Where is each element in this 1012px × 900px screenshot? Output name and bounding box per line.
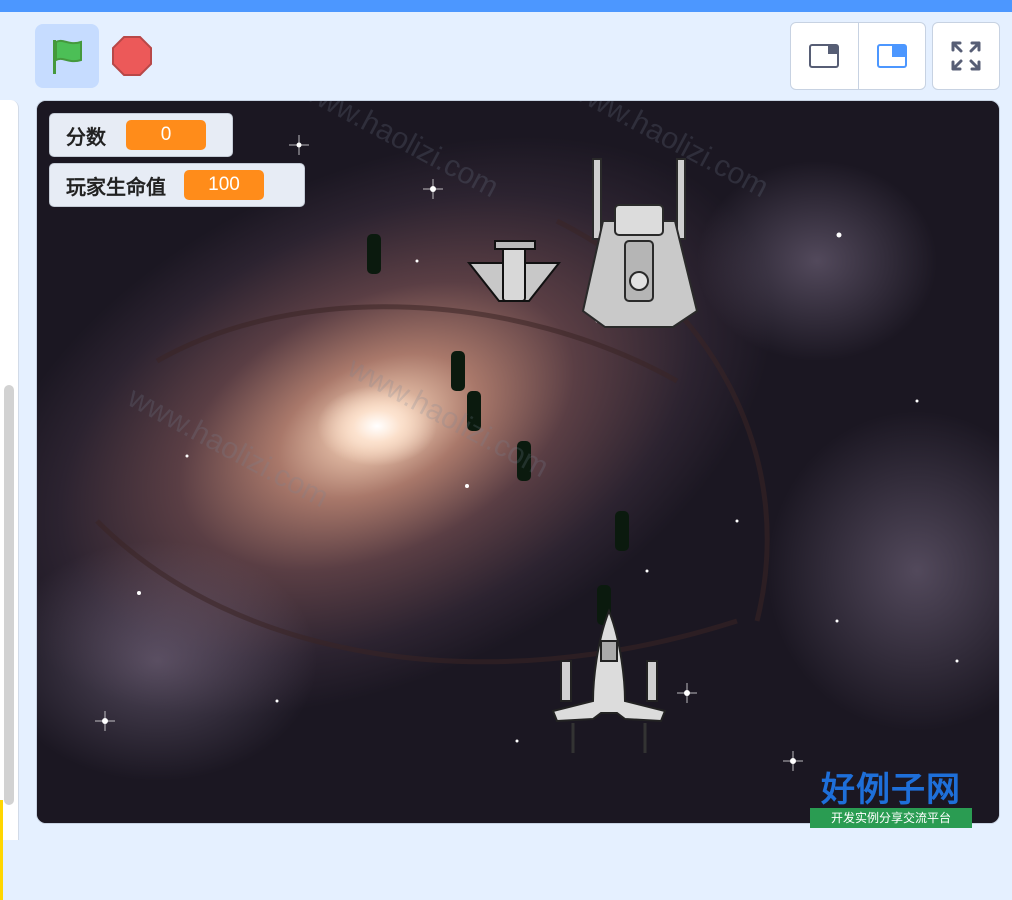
player-hp-monitor: 玩家生命值 100	[49, 163, 305, 207]
game-stage[interactable]: www.haolizi.com www.haolizi.com www.haol…	[36, 100, 1000, 824]
normal-stage-button[interactable]	[857, 23, 926, 89]
stop-sign-icon	[112, 36, 152, 76]
site-logo: 好例子网 开发实例分享交流平台	[808, 762, 974, 830]
block-edge-highlight	[0, 800, 3, 900]
logo-subtitle: 开发实例分享交流平台	[810, 808, 972, 828]
green-flag-button[interactable]	[35, 24, 99, 88]
score-label: 分数	[66, 124, 106, 149]
logo-title: 好例子网	[821, 770, 961, 810]
galaxy-backdrop	[37, 101, 999, 823]
scrollbar-thumb[interactable]	[4, 385, 14, 805]
top-accent-bar	[0, 0, 1012, 12]
fullscreen-icon	[951, 41, 981, 71]
normal-stage-icon	[876, 44, 907, 68]
player-hp-value: 100	[184, 170, 264, 200]
editor-pane-edge	[0, 100, 19, 900]
small-stage-button[interactable]	[791, 23, 858, 89]
fullscreen-button[interactable]	[932, 22, 1000, 90]
score-value: 0	[126, 120, 206, 150]
stop-button[interactable]	[104, 24, 160, 88]
score-monitor: 分数 0	[49, 113, 233, 157]
player-hp-label: 玩家生命值	[66, 174, 166, 199]
stage-size-toggle	[790, 22, 926, 90]
small-stage-icon	[809, 44, 840, 68]
green-flag-icon	[53, 39, 82, 74]
